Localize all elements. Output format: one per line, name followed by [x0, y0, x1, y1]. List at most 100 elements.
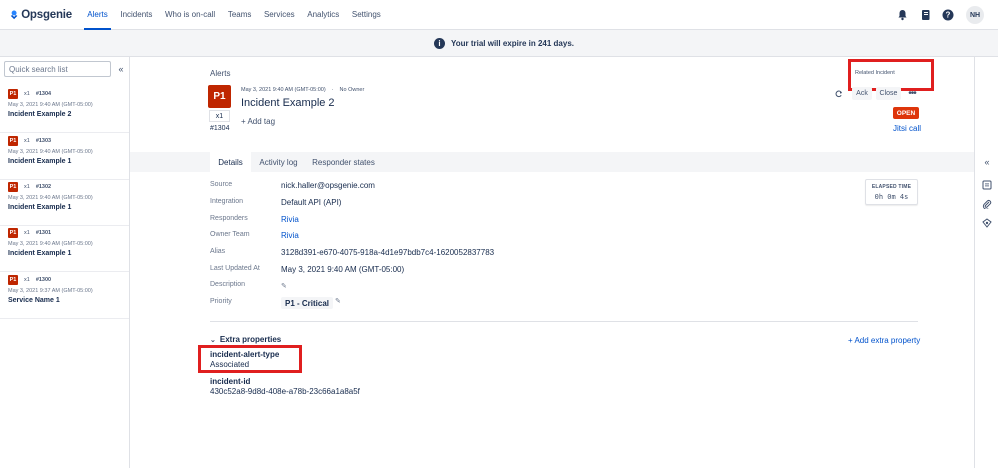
extra-property-key: incident-id — [210, 377, 251, 386]
extra-property-value: 430c52a8-9d8d-408e-a78b-23c66a1a8a5f — [210, 387, 360, 396]
top-navigation: Opsgenie Alerts Incidents Who is on-call… — [0, 0, 998, 30]
list-item[interactable]: P1 x1 #1301 May 3, 2021 9:40 AM (GMT-05:… — [0, 226, 129, 272]
search-placeholder: Quick search list — [9, 64, 68, 74]
alert-title: Incident Example 1 — [8, 250, 72, 257]
elapsed-time-value: 0h 0m 4s — [874, 193, 909, 201]
tiny-id: #1303 — [35, 138, 52, 144]
list-item[interactable]: P1 x1 #1304 May 3, 2021 9:40 AM (GMT-05:… — [0, 87, 129, 133]
priority-label: Priority — [210, 298, 232, 305]
nav-services[interactable]: Services — [258, 0, 301, 30]
refresh-icon[interactable] — [833, 87, 845, 101]
nav-teams[interactable]: Teams — [222, 0, 258, 30]
tiny-id: #1304 — [35, 91, 52, 97]
owner-label[interactable]: No Owner — [340, 87, 365, 93]
opsgenie-logo[interactable]: Opsgenie — [10, 9, 72, 21]
runbook-icon[interactable] — [980, 216, 994, 230]
count-badge: x1 — [24, 91, 30, 97]
alert-list-sidebar: Quick search list « P1 x1 #1304 May 3, 2… — [0, 57, 130, 468]
alert-title: Service Name 1 — [8, 297, 60, 304]
list-item[interactable]: P1 x1 #1300 May 3, 2021 9:37 AM (GMT-05:… — [0, 273, 129, 319]
close-button[interactable]: Close — [876, 87, 901, 100]
logo-text: Opsgenie — [21, 8, 72, 21]
notes-icon[interactable] — [980, 178, 994, 192]
list-item[interactable]: P1 x1 #1302 May 3, 2021 9:40 AM (GMT-05:… — [0, 180, 129, 226]
priority-badge: P1 — [8, 89, 18, 99]
last-updated-value: May 3, 2021 9:40 AM (GMT-05:00) — [281, 265, 405, 274]
priority-value[interactable]: P1 - Critical — [281, 297, 334, 309]
add-tag-button[interactable]: + Add tag — [241, 117, 275, 126]
elapsed-time-box: ELAPSED TIME 0h 0m 4s — [865, 179, 918, 205]
page-title: Incident Example 2 — [241, 97, 335, 109]
trial-banner: i Your trial will expire in 241 days. — [0, 30, 998, 57]
tiny-id: #1302 — [35, 184, 52, 190]
edit-description-icon[interactable]: ✎ — [281, 282, 287, 290]
opsgenie-logo-icon — [10, 9, 18, 19]
responders-value[interactable]: Rivia — [281, 215, 299, 224]
help-icon[interactable]: ? — [938, 5, 958, 25]
collapse-sidebar-icon[interactable]: « — [115, 62, 127, 76]
tab-responder-states[interactable]: Responder states — [306, 152, 381, 172]
ack-button[interactable]: Ack — [852, 87, 872, 100]
alert-detail: Alerts P1 x1 #1304 May 3, 2021 9:40 AM (… — [130, 57, 974, 468]
svg-text:?: ? — [946, 11, 951, 20]
add-extra-property-button[interactable]: + Add extra property — [848, 336, 920, 345]
priority-badge-large: P1 — [208, 85, 231, 108]
right-rail: « — [974, 57, 998, 468]
owner-team-label: Owner Team — [210, 231, 250, 238]
alert-date: May 3, 2021 9:40 AM (GMT-05:00) — [8, 149, 93, 155]
nav-settings[interactable]: Settings — [346, 0, 388, 30]
count-badge: x1 — [24, 277, 30, 283]
tiny-id: #1300 — [35, 277, 52, 283]
alert-date: May 3, 2021 9:40 AM (GMT-05:00) — [8, 102, 93, 108]
alert-date: May 3, 2021 9:40 AM (GMT-05:00) — [241, 87, 326, 93]
priority-badge: P1 — [8, 275, 18, 285]
integration-value: Default API (API) — [281, 198, 342, 207]
alert-date: May 3, 2021 9:40 AM (GMT-05:00) — [8, 195, 93, 201]
tiny-id: #1301 — [35, 230, 52, 236]
edit-priority-icon[interactable]: ✎ — [335, 297, 341, 305]
nav-alerts[interactable]: Alerts — [81, 0, 114, 30]
main-nav: Alerts Incidents Who is on-call Teams Se… — [81, 0, 387, 30]
bell-icon[interactable] — [892, 5, 912, 25]
responders-label: Responders — [210, 215, 248, 222]
top-right-icons: ? NH — [889, 5, 984, 25]
attachment-icon[interactable] — [980, 197, 994, 211]
jitsi-call-link[interactable]: Jitsi call — [893, 124, 921, 133]
last-updated-label: Last Updated At — [210, 265, 260, 272]
alert-title: Incident Example 2 — [8, 111, 72, 118]
list-item[interactable]: P1 x1 #1303 May 3, 2021 9:40 AM (GMT-05:… — [0, 134, 129, 180]
alert-meta: May 3, 2021 9:40 AM (GMT-05:00) · No Own… — [241, 87, 364, 93]
status-badge: OPEN — [893, 107, 919, 119]
tab-activity-log[interactable]: Activity log — [251, 152, 306, 172]
integration-label: Integration — [210, 198, 244, 205]
priority-badge: P1 — [8, 228, 18, 238]
book-icon[interactable] — [915, 5, 935, 25]
search-input[interactable]: Quick search list — [4, 61, 111, 77]
nav-incidents[interactable]: Incidents — [114, 0, 159, 30]
alert-date: May 3, 2021 9:37 AM (GMT-05:00) — [8, 288, 93, 294]
separator-dot: · — [331, 87, 334, 93]
alert-date: May 3, 2021 9:40 AM (GMT-05:00) — [8, 241, 93, 247]
tab-details[interactable]: Details — [210, 152, 251, 172]
nav-who-is-on-call[interactable]: Who is on-call — [159, 0, 222, 30]
highlight-box — [198, 345, 302, 373]
divider — [210, 321, 918, 322]
source-label: Source — [210, 181, 233, 188]
priority-badge: P1 — [8, 182, 18, 192]
alert-title: Incident Example 1 — [8, 158, 72, 165]
nav-analytics[interactable]: Analytics — [301, 0, 346, 30]
collapse-icon[interactable]: « — [980, 155, 994, 169]
more-options-icon[interactable]: ••• — [904, 87, 920, 100]
extra-properties-toggle[interactable]: ⌄ Extra properties — [210, 335, 281, 344]
extra-properties-title: Extra properties — [219, 335, 282, 344]
banner-text: Your trial will expire in 241 days. — [450, 38, 574, 48]
count-badge: x1 — [24, 230, 30, 236]
owner-team-value[interactable]: Rivia — [281, 231, 299, 240]
user-avatar[interactable]: NH — [966, 6, 984, 24]
source-value: nick.haller@opsgenie.com — [281, 181, 375, 190]
priority-badge: P1 — [8, 136, 18, 146]
breadcrumb[interactable]: Alerts — [210, 69, 230, 78]
info-icon: i — [433, 37, 445, 49]
elapsed-time-label: ELAPSED TIME — [871, 184, 912, 190]
count-badge: x1 — [24, 138, 30, 144]
